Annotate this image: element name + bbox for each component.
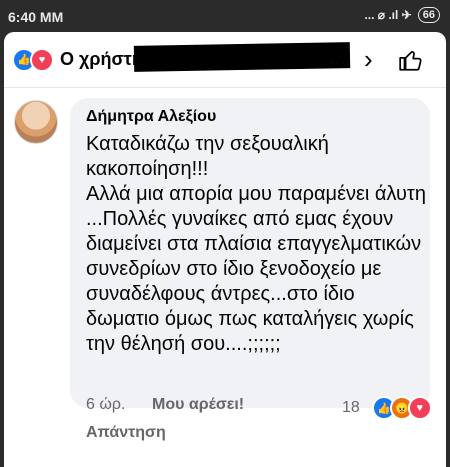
like-button[interactable]: Μου αρέσει! [152,396,244,414]
redaction-mark [133,42,351,72]
chevron-right-icon[interactable]: › [364,44,373,75]
reply-button[interactable]: Απάντηση [86,424,166,442]
header-ellipsis: ... [330,48,346,68]
reactions-header[interactable]: 👍 ♥ Ο χρήστης ... › [4,32,446,88]
comment-text: Καταδικάζω την σεξουαλική κακοποίηση!!! … [86,133,426,355]
comment-time[interactable]: 6 ώρ. [86,396,125,413]
love-reaction-icon: ♥ [407,396,432,420]
signal-icon: ... ⌀ .ıl ✈ [364,8,412,22]
avatar[interactable] [14,100,58,144]
reactions-sheet: 👍 ♥ Ο χρήστης ... › Δήμητρα Αλεξίου Κατα… [4,32,446,467]
reaction-summary[interactable]: 18 👍 😠 ♥ [342,396,432,420]
reaction-count: 18 [342,399,360,416]
love-reaction-icon: ♥ [30,47,54,72]
header-reaction-icons: 👍 ♥ [12,47,54,72]
status-icons: ... ⌀ .ıl ✈ 66 [364,7,440,23]
status-bar: 6:40 MM ... ⌀ .ıl ✈ 66 [0,0,450,32]
status-time: 6:40 MM [8,9,64,25]
comment-bubble: Δήμητρα Αλεξίου Καταδικάζω την σεξουαλικ… [70,98,430,408]
thumbs-up-icon[interactable] [398,47,424,73]
comment-author[interactable]: Δήμητρα Αλεξίου [86,108,216,126]
reaction-icons: 👍 😠 ♥ [371,396,432,420]
comment-meta: 6 ώρ. Μου αρέσει! [86,396,244,414]
battery-icon: 66 [417,7,440,23]
